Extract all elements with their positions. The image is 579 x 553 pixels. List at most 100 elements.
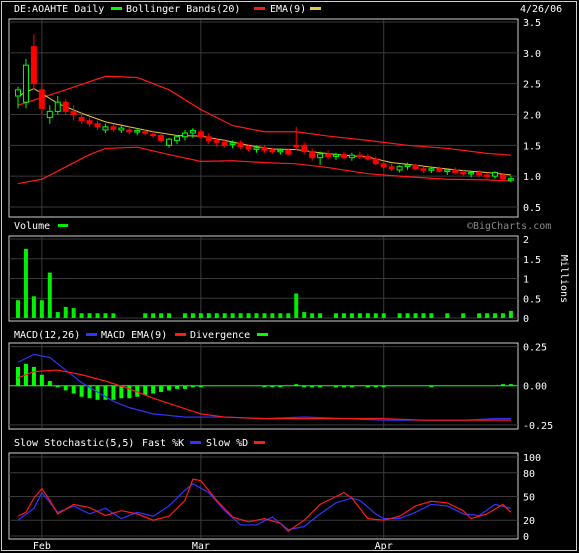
candle-body	[54, 101, 61, 112]
price-grid	[9, 20, 518, 216]
volume-bar	[397, 313, 402, 318]
divergence-bar	[500, 384, 505, 386]
divergence-bar	[373, 385, 378, 388]
candle-body	[118, 127, 125, 131]
price-tick-label: 3.5	[523, 18, 541, 29]
candle-body	[412, 164, 419, 170]
candle	[205, 133, 212, 145]
candle	[237, 140, 244, 150]
divergence-bar	[182, 385, 187, 389]
candle-body	[492, 171, 498, 177]
volume-bar	[270, 313, 275, 318]
volume-bar	[31, 296, 36, 318]
volume-bar	[381, 313, 386, 318]
volume-bar	[294, 293, 299, 318]
candle-body	[293, 144, 300, 148]
divergence-bar	[47, 381, 52, 386]
candle	[301, 142, 308, 155]
volume-units-label: Millions	[558, 255, 569, 303]
candle-body	[253, 147, 260, 150]
candle-body	[46, 110, 53, 119]
volume-legend-swatch	[58, 224, 68, 227]
candle-body	[205, 136, 212, 141]
volume-bar	[55, 312, 60, 318]
volume-bar	[190, 313, 195, 318]
volume-y-axis: 2 1.5 1 0.5 0	[523, 235, 541, 325]
volume-tick-label: 0	[523, 314, 529, 325]
volume-bar	[206, 313, 211, 318]
divergence-bar	[198, 385, 203, 388]
divergence-bar	[31, 366, 36, 386]
divergence-bar	[270, 385, 275, 388]
stochastic-y-axis: 100 80 50 20 0	[523, 453, 541, 543]
candle	[356, 151, 363, 159]
candle-body	[356, 154, 363, 158]
stochastic-grid	[9, 454, 518, 538]
volume-bar	[16, 300, 20, 318]
stochastic-title: Slow Stochastic(5,5)	[14, 438, 134, 449]
candle-body	[285, 149, 292, 155]
candle	[38, 83, 45, 115]
macd-legend-label: MACD(12,26)	[14, 330, 80, 341]
price-panel: 3.5 3.0 2.5 2.0 1.5 1.0 0.5	[8, 18, 541, 218]
candle-body	[70, 110, 77, 115]
candle-body	[499, 174, 506, 180]
volume-bar	[71, 308, 76, 318]
candle	[261, 145, 268, 153]
divergence-bar	[119, 385, 124, 399]
candle-body	[166, 138, 173, 146]
candle	[412, 163, 419, 170]
volume-bar	[95, 313, 100, 318]
candle-body	[213, 139, 220, 143]
candle	[197, 129, 204, 140]
stock-chart: DE:AOAHTE Daily Bollinger Bands(20) EMA(…	[1, 1, 577, 552]
macd-y-axis: 0.25 0.00 -0.25	[523, 343, 553, 432]
divergence-bar	[318, 385, 323, 388]
candle	[174, 135, 180, 145]
chart-window: DE:AOAHTE Daily Bollinger Bands(20) EMA(…	[0, 0, 579, 553]
macd-tick-label: 0.25	[523, 343, 547, 354]
candlesticks	[15, 34, 514, 183]
chart-date: 4/26/06	[520, 4, 562, 15]
volume-bar	[159, 313, 164, 318]
volume-bar	[198, 313, 203, 318]
volume-tick-label: 2	[523, 235, 529, 246]
x-tick-label: Apr	[375, 541, 393, 552]
candle-body	[269, 149, 276, 153]
volume-bar	[477, 313, 482, 318]
divergence-bar	[262, 385, 267, 388]
candle-body	[38, 89, 45, 109]
candle-body	[221, 141, 228, 146]
candle-body	[189, 130, 196, 134]
candle	[46, 105, 53, 124]
candle-body	[30, 46, 37, 85]
volume-bar	[413, 313, 418, 318]
candle	[158, 133, 165, 143]
candle-body	[86, 120, 93, 125]
price-y-axis: 3.5 3.0 2.5 2.0 1.5 1.0 0.5	[523, 18, 541, 214]
divergence-bar	[334, 385, 338, 388]
candle	[396, 165, 403, 173]
candle	[444, 168, 451, 175]
stochastic-tick-label: 100	[523, 453, 541, 464]
candle-body	[460, 171, 467, 175]
candle-body	[348, 154, 355, 159]
fast-k-legend-label: Fast %K	[142, 438, 184, 449]
candle-body	[94, 123, 101, 128]
macd-divergence-bars	[16, 363, 513, 400]
divergence-bar	[365, 385, 370, 388]
volume-bar	[238, 313, 243, 318]
candle	[492, 171, 498, 179]
ema-legend-swatch	[310, 7, 321, 10]
divergence-bar	[302, 385, 307, 388]
candle-body	[134, 130, 141, 133]
candle	[189, 128, 196, 138]
candle-body	[142, 131, 149, 134]
divergence-bar	[167, 385, 172, 391]
macd-ema-legend-label: MACD EMA(9)	[101, 330, 167, 341]
volume-bar	[143, 313, 148, 318]
volume-bar	[318, 313, 323, 318]
divergence-bar	[429, 385, 434, 388]
divergence-bar	[159, 385, 164, 392]
candle	[420, 166, 427, 174]
